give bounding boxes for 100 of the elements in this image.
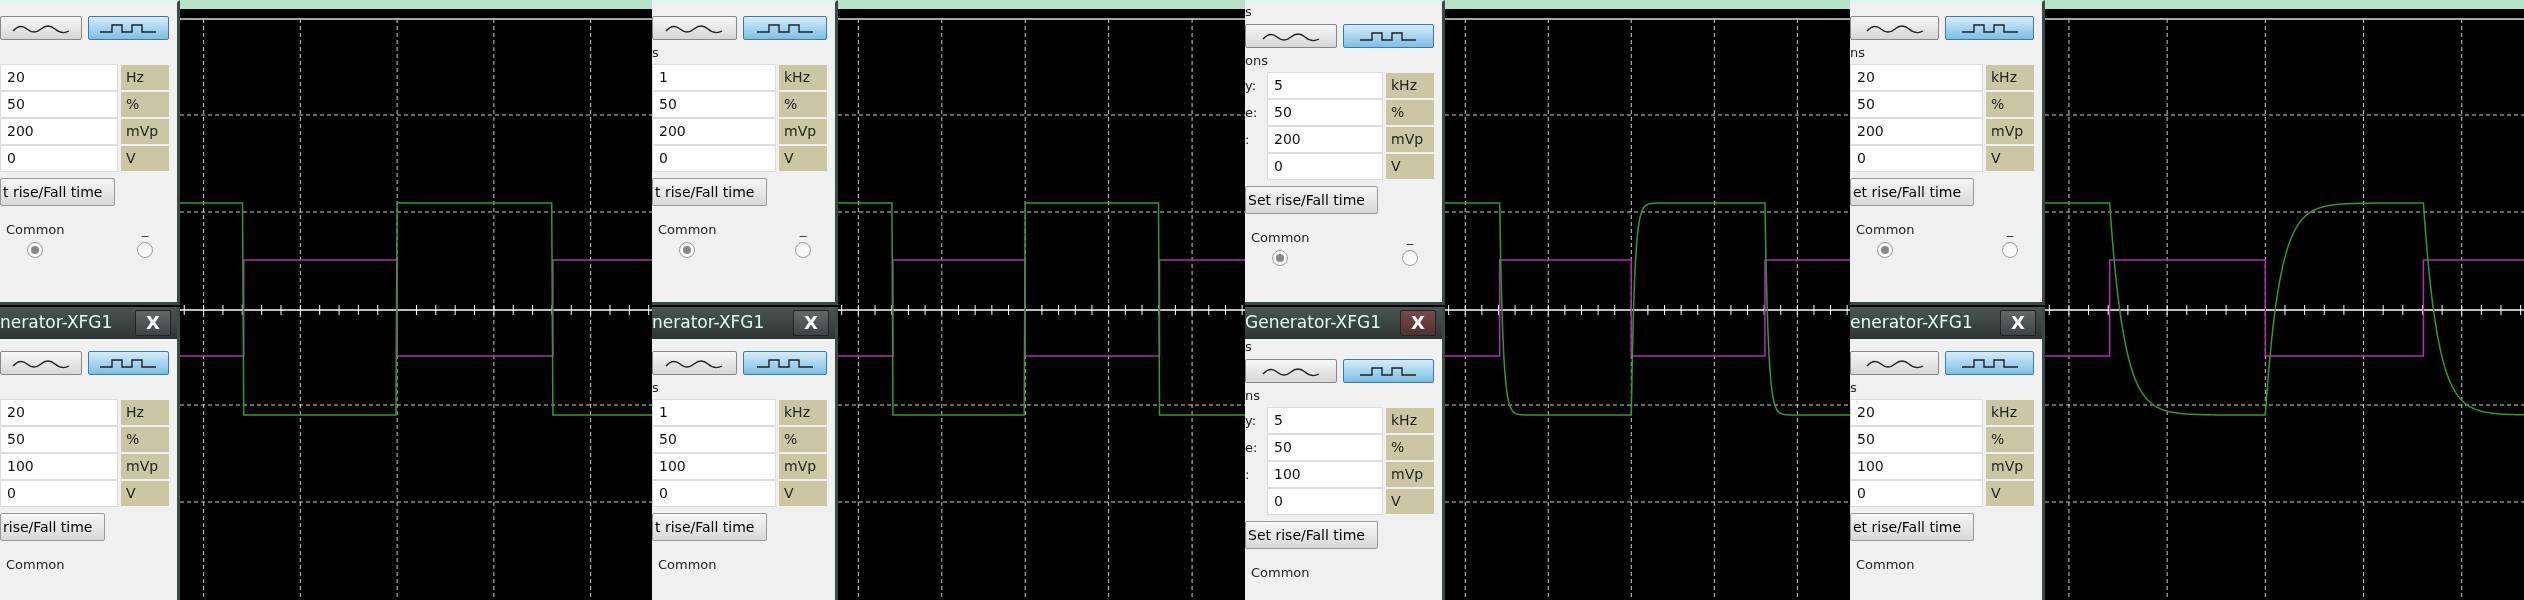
input-field[interactable]: 50 [1267, 434, 1383, 461]
field-label: y: [1245, 413, 1257, 428]
field-label: e: [1245, 105, 1258, 120]
sine-wave-button[interactable] [652, 351, 737, 375]
square-wave-button[interactable] [87, 351, 169, 375]
rise-fall-time-button[interactable]: rise/Fall time [0, 513, 106, 541]
square-wave-button[interactable] [87, 16, 169, 40]
options-label: s [652, 380, 659, 395]
square-wave-button[interactable] [1945, 351, 2034, 375]
rise-fall-time-button[interactable]: t rise/Fall time [0, 178, 116, 206]
radio-button[interactable] [1877, 241, 1894, 258]
input-field[interactable]: 100 [0, 453, 118, 480]
square-wave-button[interactable] [1342, 24, 1434, 48]
sine-wave-icon [10, 22, 71, 34]
close-button[interactable]: X [135, 310, 171, 336]
close-button[interactable]: X [1400, 310, 1436, 336]
sine-wave-button[interactable] [0, 351, 82, 375]
field-label: y: [1245, 78, 1257, 93]
input-field[interactable]: 20 [0, 64, 118, 91]
dialog-title: nerator-XFG1 [652, 311, 765, 335]
input-field[interactable]: 0 [1267, 153, 1383, 180]
unit-label: mVp [121, 119, 169, 144]
section-label: s [1245, 4, 1253, 20]
unit-label: mVp [121, 454, 169, 479]
unit-label: kHz [779, 65, 827, 90]
rise-fall-time-button[interactable]: t rise/Fall time [652, 178, 768, 206]
sine-wave-icon [1260, 30, 1321, 42]
unit-label: mVp [1386, 462, 1434, 487]
sine-wave-icon [10, 357, 71, 369]
input-field[interactable]: 200 [1850, 118, 1983, 145]
options-label: s [652, 45, 659, 60]
square-wave-icon [98, 22, 159, 34]
radio-button[interactable] [2002, 241, 2018, 258]
input-field[interactable]: 50 [652, 426, 776, 453]
rise-fall-time-button[interactable]: et rise/Fall time [1850, 513, 1975, 541]
unit-label: % [779, 92, 827, 117]
rise-fall-time-button[interactable]: t rise/Fall time [652, 513, 768, 541]
input-field[interactable]: 200 [652, 118, 776, 145]
input-field[interactable]: 0 [0, 480, 118, 507]
terminal-label: _ [2006, 221, 2014, 239]
unit-label: % [121, 92, 169, 117]
input-field[interactable]: 0 [1850, 480, 1983, 507]
sine-wave-button[interactable] [652, 16, 737, 40]
input-field[interactable]: 50 [652, 91, 776, 118]
square-wave-button[interactable] [1342, 359, 1434, 383]
unit-label: mVp [1386, 127, 1434, 152]
rise-fall-time-button[interactable]: et rise/Fall time [1850, 178, 1975, 206]
radio-button[interactable] [27, 241, 44, 258]
radio-button[interactable] [1272, 249, 1289, 266]
input-field[interactable]: 0 [0, 145, 118, 172]
square-wave-button[interactable] [742, 16, 827, 40]
square-wave-button[interactable] [742, 351, 827, 375]
sine-wave-button[interactable] [1850, 16, 1939, 40]
input-field[interactable]: 50 [0, 91, 118, 118]
unit-label: kHz [1386, 408, 1434, 433]
input-field[interactable]: 0 [1267, 488, 1383, 515]
sine-wave-button[interactable] [1245, 359, 1337, 383]
input-field[interactable]: 0 [652, 480, 776, 507]
sine-wave-button[interactable] [0, 16, 82, 40]
radio-button[interactable] [795, 241, 811, 258]
input-field[interactable]: 20 [1850, 64, 1983, 91]
input-field[interactable]: 5 [1267, 407, 1383, 434]
options-label: ns [1850, 45, 1865, 60]
input-field[interactable]: 20 [1850, 399, 1983, 426]
terminal-label: _ [1406, 229, 1414, 247]
input-field[interactable]: 100 [1267, 461, 1383, 488]
radio-button[interactable] [137, 241, 153, 258]
square-wave-button[interactable] [1945, 16, 2034, 40]
input-field[interactable]: 0 [1850, 145, 1983, 172]
input-field[interactable]: 100 [652, 453, 776, 480]
radio-button[interactable] [1402, 249, 1418, 266]
terminal-label: Common [1251, 229, 1310, 247]
terminal-label: Common [1856, 556, 1915, 574]
unit-label: mVp [1986, 119, 2034, 144]
close-button[interactable]: X [2000, 310, 2036, 336]
input-field[interactable]: 100 [1850, 453, 1983, 480]
unit-label: mVp [779, 119, 827, 144]
unit-label: V [1986, 481, 2034, 506]
radio-button[interactable] [679, 241, 696, 258]
options-label: ns [1245, 388, 1260, 403]
unit-label: kHz [1986, 65, 2034, 90]
unit-label: % [1386, 100, 1434, 125]
input-field[interactable]: 200 [1267, 126, 1383, 153]
sine-wave-button[interactable] [1245, 24, 1337, 48]
rise-fall-time-button[interactable]: Set rise/Fall time [1245, 521, 1378, 549]
input-field[interactable]: 1 [652, 399, 776, 426]
input-field[interactable]: 200 [0, 118, 118, 145]
sine-wave-icon [664, 357, 725, 369]
sine-wave-button[interactable] [1850, 351, 1939, 375]
input-field[interactable]: 50 [0, 426, 118, 453]
input-field[interactable]: 5 [1267, 72, 1383, 99]
close-button[interactable]: X [793, 310, 829, 336]
input-field[interactable]: 0 [652, 145, 776, 172]
input-field[interactable]: 50 [1267, 99, 1383, 126]
input-field[interactable]: 1 [652, 64, 776, 91]
rise-fall-time-button[interactable]: Set rise/Fall time [1245, 186, 1378, 214]
input-field[interactable]: 50 [1850, 426, 1983, 453]
square-wave-icon [754, 22, 815, 34]
input-field[interactable]: 20 [0, 399, 118, 426]
input-field[interactable]: 50 [1850, 91, 1983, 118]
